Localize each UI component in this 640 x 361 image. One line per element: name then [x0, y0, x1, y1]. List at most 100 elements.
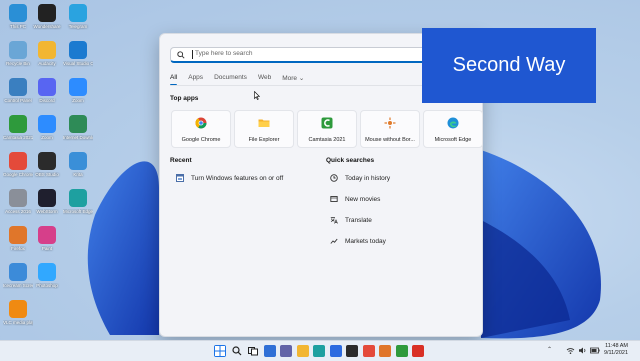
desktop-icon[interactable]: Telegram [63, 4, 93, 30]
app-icon [9, 300, 27, 318]
desktop-icon[interactable]: Krita [63, 152, 93, 178]
top-app-chrome[interactable]: Google Chrome [171, 110, 231, 148]
edge-icon [447, 117, 459, 129]
app-icon [9, 226, 27, 244]
desktop-icon[interactable]: OBS Studio [32, 152, 62, 178]
volume-icon[interactable] [578, 346, 587, 355]
desktop-icon[interactable]: VLC media player [3, 300, 33, 326]
title-banner: Second Way [422, 28, 596, 103]
clock-icon [330, 174, 338, 182]
top-apps-heading: Top apps [170, 95, 199, 102]
desktop-icon[interactable]: Recycle Bin [3, 41, 33, 67]
quick-searches-heading: Quick searches [326, 157, 375, 164]
taskbar-edge-icon[interactable] [313, 345, 325, 357]
quick-search-new-movies[interactable]: New movies [330, 195, 380, 203]
taskbar-task-view-icon[interactable] [247, 345, 259, 357]
quick-search-label: Translate [345, 216, 372, 224]
app-icon [9, 152, 27, 170]
tab-more-label: More [282, 75, 297, 82]
taskbar-file-explorer-icon[interactable] [296, 345, 309, 357]
app-icon [9, 4, 27, 22]
top-app-file-explorer[interactable]: File Explorer [234, 110, 294, 148]
desktop-icon[interactable]: Zoom [63, 78, 93, 104]
app-icon [69, 78, 87, 96]
desktop-icon[interactable]: WebStorm [32, 189, 62, 215]
desktop-icon[interactable]: Internet Download [63, 115, 93, 141]
top-app-camtasia[interactable]: Camtasia 2021 [297, 110, 357, 148]
desktop-icon[interactable]: Access 2016 [3, 189, 33, 215]
taskbar-chrome-icon[interactable] [362, 345, 375, 357]
desktop-icon[interactable]: Paint [32, 226, 62, 252]
tab-apps[interactable]: Apps [188, 74, 203, 82]
chart-icon [330, 237, 338, 245]
taskbar-camtasia-icon[interactable] [395, 345, 408, 357]
recent-item-label: Turn Windows features on or off [191, 174, 284, 182]
taskbar: ⌃ 11:48 AM 9/11/2021 [0, 340, 640, 361]
tab-documents[interactable]: Documents [214, 74, 247, 82]
translate-icon [330, 216, 338, 224]
desktop-icon-label: Recycle Bin [6, 61, 30, 66]
taskbar-terminal-icon[interactable] [346, 345, 358, 357]
app-icon [69, 41, 87, 59]
app-icon [69, 4, 87, 22]
top-app-label: File Explorer [248, 137, 280, 143]
film-icon [330, 195, 338, 203]
desktop-icon[interactable]: Firefox [3, 226, 33, 252]
desktop-icon[interactable]: Wondershare [32, 4, 62, 30]
search-scope-tabs: All Apps Documents Web More ⌄ [170, 74, 304, 86]
desktop-icon[interactable]: This PC [3, 4, 33, 30]
taskbar-recorder-icon[interactable] [412, 345, 424, 357]
taskbar-start-icon[interactable] [214, 345, 226, 357]
desktop-icon-label: Zoom [41, 135, 53, 140]
desktop-icon-label: Wondershare [33, 24, 61, 29]
taskbar-clock[interactable]: 11:48 AM 9/11/2021 [604, 343, 628, 357]
app-icon [9, 78, 27, 96]
app-icon [38, 78, 56, 96]
desktop-icon[interactable]: Photoshop [32, 263, 62, 289]
desktop-icon[interactable]: Audacity [32, 41, 62, 67]
desktop-icon-label: Internet Download [63, 135, 93, 140]
battery-icon[interactable] [590, 346, 600, 355]
search-input[interactable]: Type here to search [195, 50, 252, 57]
desktop-icon[interactable]: Zoom [32, 115, 62, 141]
desktop-icon[interactable]: Camtasia 2021 [3, 115, 33, 141]
desktop-icon[interactable]: Discord [32, 78, 62, 104]
desktop-icon[interactable]: Icecream Screen [3, 263, 33, 289]
desktop-icon-label: Camtasia 2021 [3, 135, 33, 140]
top-app-mouse-without-borders[interactable]: Mouse without Bor... [360, 110, 420, 148]
tab-more[interactable]: More ⌄ [282, 74, 304, 82]
wifi-icon[interactable] [566, 346, 575, 355]
desktop-icon-label: Microsoft Edge [63, 209, 93, 214]
desktop-icon[interactable]: Google Chrome [3, 152, 33, 178]
quick-search-label: Markets today [345, 237, 386, 245]
desktop-icon-label: This PC [9, 24, 26, 29]
top-app-edge[interactable]: Microsoft Edge [423, 110, 483, 148]
desktop-icon[interactable]: Control Panel [3, 78, 33, 104]
taskbar-search-icon[interactable] [231, 345, 243, 357]
app-icon [38, 226, 56, 244]
desktop-icon-label: Paint [41, 246, 53, 251]
taskbar-firefox-icon[interactable] [379, 345, 391, 357]
app-icon [38, 263, 56, 281]
quick-search-translate[interactable]: Translate [330, 216, 372, 224]
chrome-icon [195, 117, 207, 129]
chevron-up-icon[interactable]: ⌃ [547, 346, 552, 353]
tab-web[interactable]: Web [258, 74, 271, 82]
desktop-icon[interactable]: Visual Studio Code [63, 41, 93, 67]
top-app-label: Camtasia 2021 [308, 137, 346, 143]
desktop-icon-label: OBS Studio [35, 172, 59, 177]
text-caret [192, 50, 193, 59]
taskbar-chat-icon[interactable] [280, 345, 292, 357]
app-icon [38, 115, 56, 133]
desktop-icon[interactable]: Microsoft Edge [63, 189, 93, 215]
tab-all[interactable]: All [170, 74, 178, 86]
taskbar-store-icon[interactable] [329, 345, 342, 357]
quick-search-markets-today[interactable]: Markets today [330, 237, 386, 245]
recent-item[interactable]: Turn Windows features on or off [176, 174, 283, 182]
quick-search-today-in-history[interactable]: Today in history [330, 174, 390, 182]
desktop-icon-label: VLC media player [3, 320, 33, 325]
taskbar-widgets-icon[interactable] [263, 345, 276, 357]
quick-search-label: Today in history [345, 174, 391, 182]
desktop-icon-label: Zoom [72, 98, 84, 103]
banner-text: Second Way [452, 54, 566, 76]
